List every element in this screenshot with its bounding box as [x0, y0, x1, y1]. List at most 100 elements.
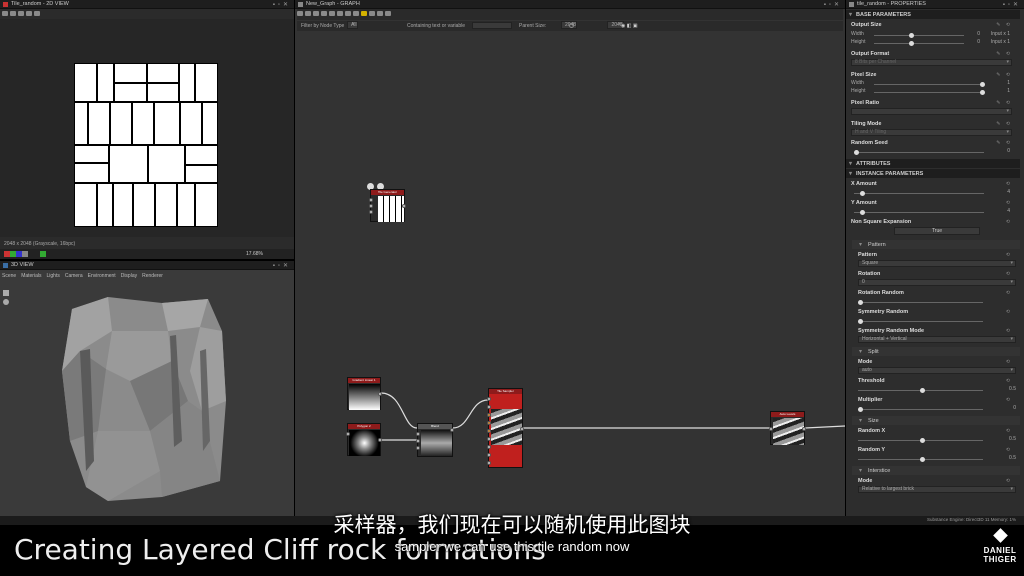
interstice-mode-dropdown[interactable]: Relative to largest brick [858, 486, 1016, 493]
random-x-slider[interactable] [858, 438, 983, 443]
param-icons[interactable]: ⟲ [1006, 290, 1012, 296]
node-gradient-linear[interactable]: Gradient Linear 1 [347, 377, 382, 410]
param-icons[interactable]: ✎ ⟲ [996, 51, 1012, 57]
node-tile-generator[interactable]: Tile Generator [369, 189, 406, 222]
pixel-width-slider[interactable] [874, 82, 985, 87]
group-interstice[interactable]: Interstice [852, 466, 1020, 475]
rock-mesh-preview[interactable] [50, 291, 240, 506]
param-icons[interactable]: ⟲ [1006, 309, 1012, 315]
light-tool-icon[interactable] [3, 299, 9, 305]
node-input-pin[interactable] [416, 439, 420, 443]
menu-renderer[interactable]: Renderer [142, 273, 163, 279]
width-slider[interactable] [874, 33, 964, 38]
node-input-pin[interactable] [487, 421, 491, 425]
group-split[interactable]: Split [852, 347, 1020, 356]
param-icons[interactable]: ⟲ [1006, 200, 1012, 206]
panel-controls-icon[interactable]: ▪▫✕ [273, 262, 291, 269]
node-input-pin[interactable] [487, 453, 491, 457]
node-output-pin[interactable] [402, 204, 406, 208]
save-icon[interactable] [10, 11, 16, 16]
pattern-dropdown[interactable]: Square [858, 260, 1016, 267]
node-input-pin[interactable] [769, 427, 773, 431]
param-icons[interactable]: ✎ ⟲ [996, 22, 1012, 28]
symmetry-mode-dropdown[interactable]: Horizontal + Vertical [858, 336, 1016, 343]
menu-lights[interactable]: Lights [46, 273, 59, 279]
param-icons[interactable]: ✎ ⟲ [996, 140, 1012, 146]
node-input-pin[interactable] [487, 405, 491, 409]
split-mode-dropdown[interactable]: auto [858, 367, 1016, 374]
menu-materials[interactable]: Materials [21, 273, 41, 279]
param-icons[interactable]: ✎ ⟲ [996, 121, 1012, 127]
node-output-pin[interactable] [450, 428, 454, 432]
menu-camera[interactable]: Camera [65, 273, 83, 279]
param-icons[interactable]: ⟲ [1006, 219, 1012, 225]
param-icons[interactable]: ⟲ [1006, 397, 1012, 403]
section-base-parameters[interactable]: BASE PARAMETERS [846, 10, 1020, 19]
rotation-dropdown[interactable]: 0 [858, 279, 1016, 286]
random-seed-slider[interactable] [854, 150, 984, 155]
symmetry-random-slider[interactable] [858, 319, 983, 324]
param-icons[interactable]: ⟲ [1006, 378, 1012, 384]
width-relative[interactable]: Input x 1 [991, 31, 1010, 37]
node-polygon[interactable]: Polygon 2 [346, 423, 382, 456]
image-icon[interactable] [2, 11, 8, 16]
node-input-pin[interactable] [487, 437, 491, 441]
panel-controls-icon[interactable]: ▪▫✕ [273, 1, 291, 8]
param-icons[interactable]: ⟲ [1006, 252, 1012, 258]
param-icons[interactable]: ⟲ [1006, 447, 1012, 453]
param-icons[interactable]: ⟲ [1006, 359, 1012, 365]
menu-scene[interactable]: Scene [2, 273, 16, 279]
channel-swatches[interactable] [4, 251, 64, 257]
pixel-height-slider[interactable] [874, 90, 985, 95]
random-y-slider[interactable] [858, 457, 983, 462]
node-input-pin[interactable] [487, 445, 491, 449]
y-amount-slider[interactable] [854, 210, 984, 215]
group-pattern[interactable]: Pattern [852, 240, 1020, 249]
node-input-pin[interactable] [487, 413, 491, 417]
section-attributes[interactable]: ATTRIBUTES [846, 159, 1020, 168]
param-icons[interactable]: ⟲ [1006, 181, 1012, 187]
x-amount-slider[interactable] [854, 191, 984, 196]
param-icons[interactable]: ⟲ [1006, 478, 1012, 484]
node-input-pin[interactable] [487, 429, 491, 433]
node-auto-levels[interactable]: Auto Levels [769, 411, 806, 445]
multiplier-slider[interactable] [858, 407, 983, 412]
node-output-pin[interactable] [520, 427, 524, 431]
height-slider[interactable] [874, 41, 964, 46]
camera-icon[interactable] [18, 11, 24, 16]
node-input-pin[interactable] [369, 198, 373, 202]
rotation-random-slider[interactable] [858, 300, 983, 305]
param-icons[interactable]: ✎ ⟲ [996, 72, 1012, 78]
node-input-pin[interactable] [369, 204, 373, 208]
pixel-ratio-dropdown[interactable] [851, 108, 1012, 115]
node-input-pin[interactable] [487, 461, 491, 465]
view-2d-canvas[interactable]: 2048 x 2048 (Grayscale, 16bpc) [0, 19, 294, 247]
height-relative[interactable]: Input x 1 [991, 39, 1010, 45]
param-icons[interactable]: ⟲ [1006, 328, 1012, 334]
tiling-icon[interactable] [34, 11, 40, 16]
tiling-mode-dropdown[interactable]: H and V Tiling [851, 129, 1012, 136]
panel-controls-icon[interactable]: ▪▫✕ [1003, 1, 1021, 8]
channel-icon[interactable] [26, 11, 32, 16]
node-input-pin[interactable] [346, 432, 350, 436]
node-input-pin[interactable] [487, 397, 491, 401]
node-input-pin[interactable] [416, 446, 420, 450]
section-instance-parameters[interactable]: INSTANCE PARAMETERS [846, 169, 1020, 178]
param-icons[interactable]: ⟲ [1006, 428, 1012, 434]
camera-tool-icon[interactable] [3, 290, 9, 296]
menu-environment[interactable]: Environment [88, 273, 116, 279]
node-output-pin[interactable] [378, 392, 382, 396]
node-output-pin[interactable] [378, 438, 382, 442]
param-icons[interactable]: ✎ ⟲ [996, 100, 1012, 106]
zoom-level[interactable]: 17.68% [246, 251, 263, 257]
node-tile-sampler[interactable]: Tile Sampler [487, 388, 524, 468]
threshold-slider[interactable] [858, 388, 983, 393]
non-square-toggle[interactable]: True [894, 227, 980, 235]
node-output-pin[interactable] [802, 427, 806, 431]
output-format-dropdown[interactable]: 8 Bits per Channel [851, 59, 1012, 66]
node-input-pin[interactable] [416, 432, 420, 436]
node-blend[interactable]: Blend [416, 423, 454, 457]
group-size[interactable]: Size [852, 416, 1020, 425]
param-icons[interactable]: ⟲ [1006, 271, 1012, 277]
node-input-pin[interactable] [369, 210, 373, 214]
